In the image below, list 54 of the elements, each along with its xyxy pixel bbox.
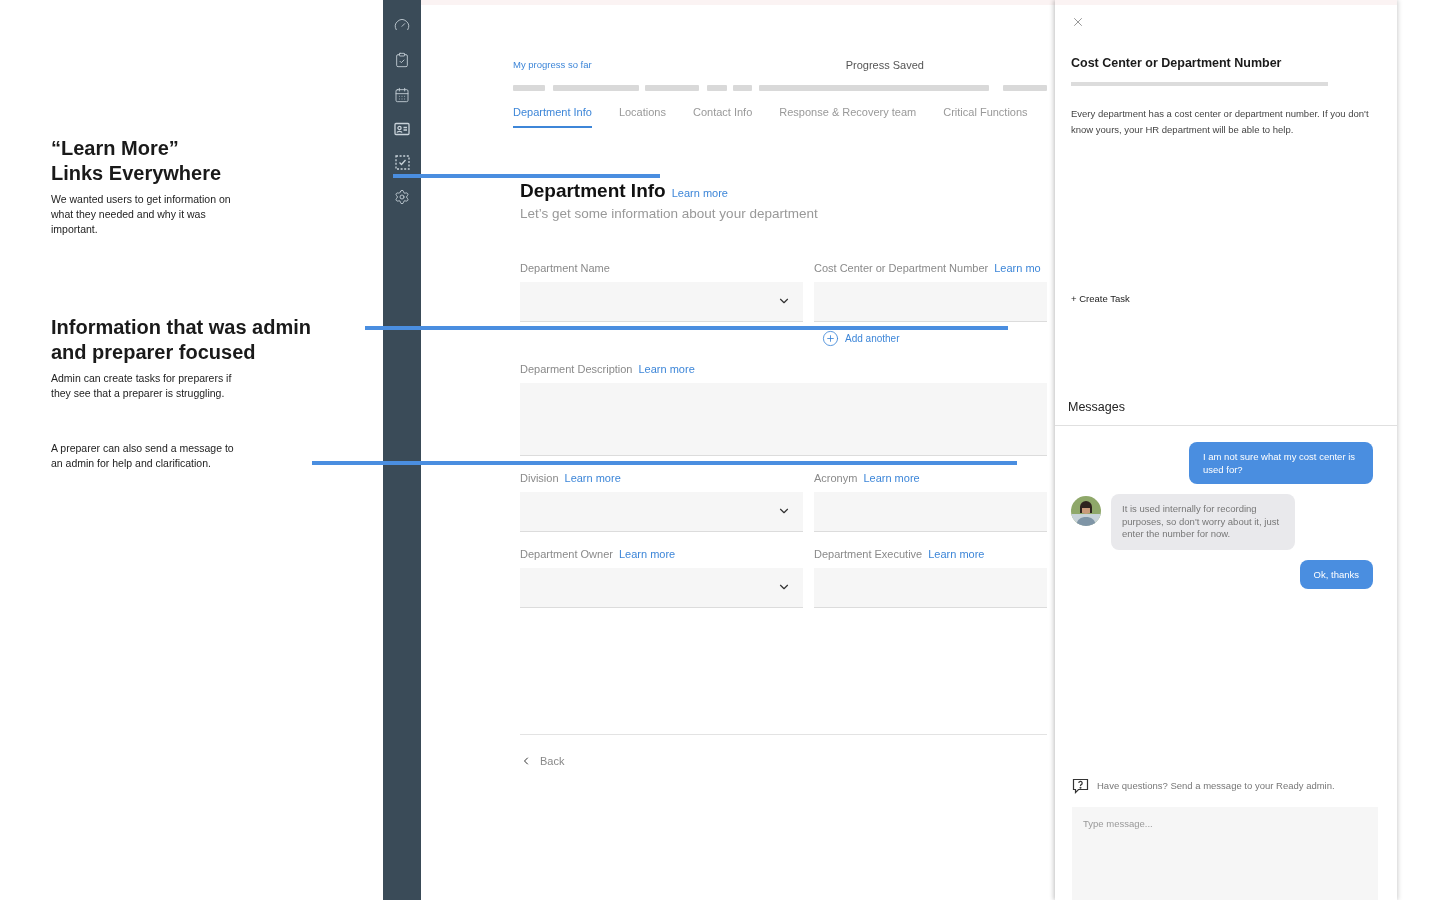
annotation-text: We wanted users to get information on what they needed and why it was important. xyxy=(51,192,232,237)
panel-description: Every department has a cost center or department number. If you don't know yours, your HR department will be able to help. xyxy=(1071,106,1370,137)
question-bubble-icon xyxy=(1072,778,1089,795)
settings-icon[interactable] xyxy=(394,189,410,205)
field-label: Department Name xyxy=(520,260,610,276)
received-message: It is used internally for recording purposes, so don't worry about it, just enter the number for now. xyxy=(1111,494,1295,550)
dropdown-field[interactable] xyxy=(520,281,803,322)
learn-more-link[interactable]: Learn more xyxy=(618,545,676,562)
message-field[interactable]: Type message... xyxy=(1072,807,1378,900)
create-task-button[interactable]: + Create Task xyxy=(1071,291,1130,306)
help-text: Have questions? Send a message to your Ready admin. xyxy=(1097,779,1335,794)
messages-title: Messages xyxy=(1068,400,1125,414)
plus-circle-icon xyxy=(822,329,839,347)
learn-more-link[interactable]: Learn mo xyxy=(994,259,1041,276)
section-subtitle: Let’s get some information about your department xyxy=(520,204,819,223)
progress-status: Progress Saved xyxy=(845,57,924,73)
annotation-title: “Learn More” Links Everywhere xyxy=(51,136,223,186)
id-card-icon[interactable] xyxy=(394,122,410,136)
close-icon[interactable] xyxy=(1071,15,1085,29)
progress-link[interactable]: My progress so far xyxy=(513,57,592,73)
step-tab[interactable]: Critical Functions xyxy=(943,104,1028,128)
step-tab[interactable]: Department Info xyxy=(513,104,592,128)
input-field[interactable] xyxy=(814,567,1047,608)
learn-more-link[interactable]: Learn more xyxy=(928,545,985,562)
section-title: Department Info xyxy=(520,179,666,202)
field-label: Department Owner xyxy=(520,546,613,562)
field-label: Division xyxy=(520,470,559,486)
learn-more-link[interactable]: Learn more xyxy=(564,469,621,486)
sent-message: Ok, thanks xyxy=(1299,559,1373,589)
add-another-button[interactable]: Add another xyxy=(822,329,1047,347)
dropdown-field[interactable] xyxy=(520,491,803,532)
step-tab[interactable]: Locations xyxy=(618,104,666,128)
step-tab[interactable]: Response & Recovery team xyxy=(779,104,917,128)
field-label: Deparment Description xyxy=(520,361,633,377)
step-tab[interactable]: Contact Info xyxy=(692,104,753,128)
calendar-icon[interactable] xyxy=(394,87,410,103)
back-button[interactable]: Back xyxy=(520,752,1047,770)
field-label: Cost Center or Department Number xyxy=(814,260,989,276)
sent-message: I am not sure what my cost center is used for? xyxy=(1189,442,1373,484)
dashed-checkbox-icon[interactable] xyxy=(394,155,410,170)
learn-more-link[interactable]: Learn more xyxy=(863,469,920,486)
clipboard-check-icon[interactable] xyxy=(394,52,410,68)
annotation-text: Admin can create tasks for preparers if they see that a preparer is struggling. xyxy=(51,371,233,401)
learn-more-link[interactable]: Learn more xyxy=(638,360,695,377)
gauge-icon[interactable] xyxy=(394,17,410,33)
input-field[interactable] xyxy=(814,281,1047,322)
annotation-title: Information that was admin and preparer focused xyxy=(51,315,313,365)
learn-more-link[interactable]: Learn more xyxy=(671,184,728,201)
field-label: Acronym xyxy=(814,470,858,486)
annotation-text: A preparer can also send a message to an admin for help and clarification. xyxy=(51,441,235,471)
input-field[interactable] xyxy=(814,491,1047,532)
dropdown-field[interactable] xyxy=(520,567,803,608)
panel-title: Cost Center or Department Number xyxy=(1071,55,1283,72)
field-label: Department Executive xyxy=(814,546,923,562)
